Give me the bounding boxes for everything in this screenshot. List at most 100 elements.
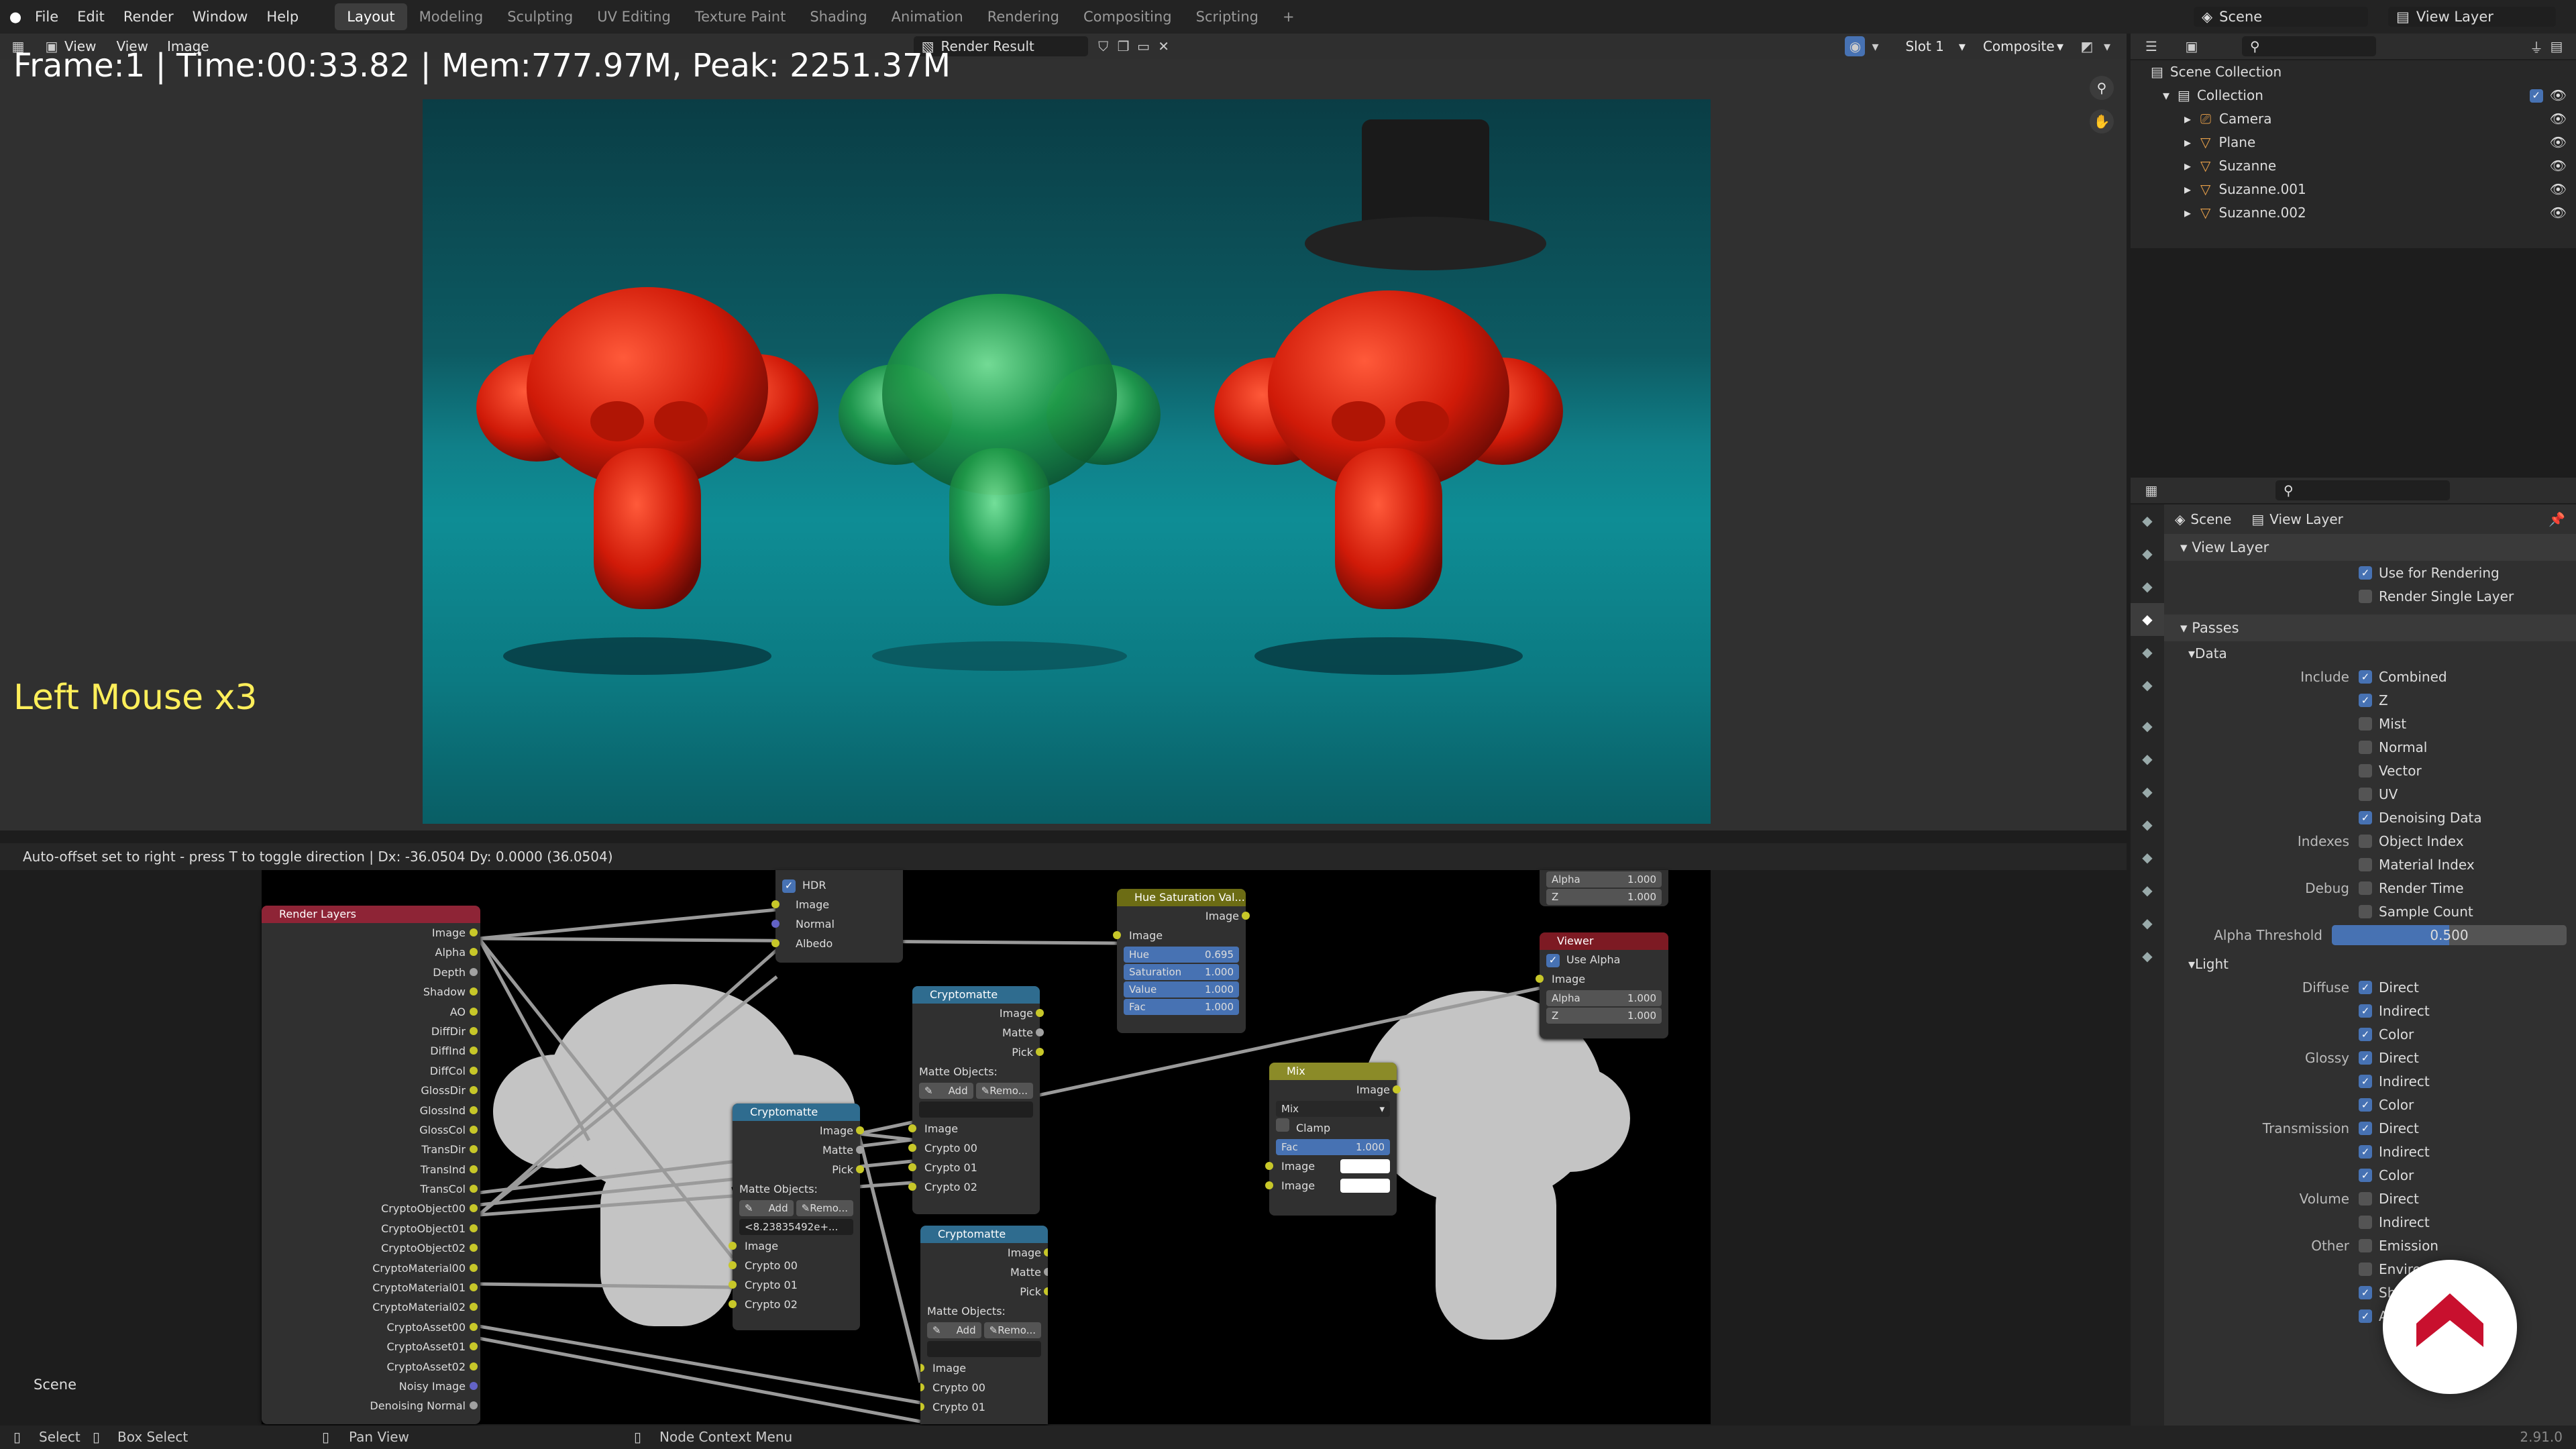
pass-row[interactable]: UV xyxy=(2164,782,2576,806)
filter-icon[interactable]: ⏚ xyxy=(2526,36,2546,56)
panel-view-layer[interactable]: ▾ View Layer xyxy=(2164,534,2576,561)
eye-icon[interactable]: 👁 xyxy=(2550,178,2567,201)
pass-checkbox[interactable]: ✓ xyxy=(2359,693,2372,707)
node-header[interactable]: Hue Saturation Val... xyxy=(1117,889,1246,906)
pass-selector[interactable]: Composite xyxy=(1983,38,2057,54)
pass-row[interactable]: ✓ Indirect xyxy=(2164,999,2576,1022)
output-socket[interactable] xyxy=(470,1125,478,1134)
output-socket[interactable] xyxy=(470,1026,478,1035)
particles-icon[interactable]: ◆ xyxy=(2131,775,2164,808)
value-field[interactable]: Hue 0.695 xyxy=(1124,947,1239,963)
denoise-node[interactable]: ✓ HDR Image Normal Albedo xyxy=(771,870,903,963)
tool-icon[interactable]: ◆ xyxy=(2131,504,2164,537)
pass-checkbox[interactable] xyxy=(2359,1238,2372,1252)
eye-icon[interactable]: 👁 xyxy=(2550,201,2567,225)
hand-icon[interactable]: ✋ xyxy=(2090,109,2114,133)
open-image-icon[interactable]: ▭ xyxy=(1134,36,1154,56)
pass-row[interactable]: ✓ Color xyxy=(2164,1163,2576,1187)
tab-layout[interactable]: Layout xyxy=(335,3,407,30)
pin-icon[interactable]: 📌 xyxy=(2548,511,2565,527)
pass-checkbox[interactable] xyxy=(2359,857,2372,871)
output-socket[interactable] xyxy=(470,1185,478,1193)
pass-checkbox[interactable] xyxy=(2359,716,2372,731)
pass-row[interactable]: Vector xyxy=(2164,759,2576,782)
mix-node[interactable]: Mix Image Mix ▾ Clamp Fac 1.000 Image Imag… xyxy=(1265,1063,1401,1216)
menu-edit[interactable]: Edit xyxy=(68,9,114,25)
outliner-row-camera[interactable]: ▸ ⎚ Camera 👁 xyxy=(2131,107,2576,131)
cryptomatte-node[interactable]: Cryptomatte Image Matte Pick Matte Objec… xyxy=(729,1104,864,1330)
pass-row[interactable]: Material Index xyxy=(2164,853,2576,876)
output-socket[interactable] xyxy=(470,1086,478,1095)
clamp-row[interactable]: Clamp xyxy=(1269,1118,1397,1138)
menu-window[interactable]: Window xyxy=(183,9,258,25)
render-icon[interactable]: ◆ xyxy=(2131,537,2164,570)
clamp-checkbox[interactable] xyxy=(1276,1118,1289,1132)
chevron-right-icon[interactable]: ▸ xyxy=(2184,178,2191,201)
scene-icon[interactable]: ◆ xyxy=(2131,636,2164,669)
pass-row[interactable]: Sample Count xyxy=(2164,900,2576,923)
display-channels-icon[interactable]: ◩ xyxy=(2077,36,2097,56)
physics-icon[interactable]: ◆ xyxy=(2131,808,2164,841)
pass-row[interactable]: Diffuse ✓ Direct xyxy=(2164,975,2576,999)
output-socket[interactable] xyxy=(470,1244,478,1252)
outliner-row-collection[interactable]: ▾ ▤ Collection ✓ 👁 xyxy=(2131,84,2576,107)
pass-row[interactable]: Normal xyxy=(2164,735,2576,759)
output-socket[interactable] xyxy=(470,1322,478,1331)
panel-passes[interactable]: ▾ Passes xyxy=(2164,614,2576,641)
node-header[interactable]: Cryptomatte xyxy=(733,1104,860,1121)
pass-checkbox[interactable]: ✓ xyxy=(2359,1285,2372,1299)
output-socket[interactable] xyxy=(470,1303,478,1311)
color-swatch[interactable] xyxy=(1340,1159,1390,1173)
add-button[interactable]: ✎ Add xyxy=(919,1083,973,1099)
pass-row[interactable]: ✓ Color xyxy=(2164,1093,2576,1116)
pass-row[interactable]: ✓ Denoising Data xyxy=(2164,806,2576,829)
fake-user-icon[interactable]: ⛉ xyxy=(1093,36,1114,56)
output-socket[interactable] xyxy=(470,987,478,996)
remove-button[interactable]: ✎ Remo... xyxy=(796,1200,853,1216)
add-button[interactable]: ✎ Add xyxy=(739,1200,794,1216)
pass-checkbox[interactable] xyxy=(2359,904,2372,918)
properties-search-input[interactable]: ⚲ xyxy=(2275,480,2450,500)
node-header[interactable]: Mix xyxy=(1269,1063,1397,1080)
node-header[interactable]: Render Layers xyxy=(262,906,480,923)
chevron-right-icon[interactable]: ▸ xyxy=(2184,201,2191,225)
constraints-icon[interactable]: ◆ xyxy=(2131,841,2164,874)
output-socket[interactable] xyxy=(470,1224,478,1232)
pass-row[interactable]: Debug Render Time xyxy=(2164,876,2576,900)
outliner-row-suzanne[interactable]: ▸ ▽ Suzanne 👁 xyxy=(2131,154,2576,178)
chevron-down-icon[interactable]: ▾ xyxy=(2097,36,2117,56)
pass-checkbox[interactable]: ✓ xyxy=(2359,1027,2372,1041)
matte-value-field[interactable] xyxy=(919,1102,1033,1118)
value-field[interactable]: Z 1.000 xyxy=(1546,1008,1662,1024)
pass-row[interactable]: Mist xyxy=(2164,712,2576,735)
pass-row[interactable]: Glossy ✓ Direct xyxy=(2164,1046,2576,1069)
tab-sculpting[interactable]: Sculpting xyxy=(495,3,585,30)
output-socket[interactable] xyxy=(470,1381,478,1390)
editor-type-icon[interactable]: ☰ xyxy=(2141,36,2161,56)
pass-checkbox[interactable] xyxy=(2359,740,2372,754)
remove-button[interactable]: ✎ Remo... xyxy=(983,1322,1041,1338)
slot-selector[interactable]: Slot 1 xyxy=(1905,38,1943,54)
data-icon[interactable]: ◆ xyxy=(2131,874,2164,907)
outliner-row-suzanne-002[interactable]: ▸ ▽ Suzanne.002 👁 xyxy=(2131,201,2576,225)
node-header[interactable]: Cryptomatte xyxy=(920,1226,1048,1243)
value-field[interactable]: Saturation 1.000 xyxy=(1124,964,1239,980)
matte-value-field[interactable] xyxy=(927,1341,1041,1357)
use-for-rendering-checkbox[interactable]: ✓ xyxy=(2359,566,2372,580)
modifier-icon[interactable]: ◆ xyxy=(2131,743,2164,775)
value-field[interactable]: Alpha 1.000 xyxy=(1546,871,1662,888)
pass-checkbox[interactable] xyxy=(2359,787,2372,801)
use-alpha-row[interactable]: ✓ Use Alpha xyxy=(1540,950,1668,969)
chevron-right-icon[interactable]: ▸ xyxy=(2184,107,2191,131)
hdr-row[interactable]: ✓ HDR xyxy=(775,875,903,895)
exclude-checkbox[interactable]: ✓ xyxy=(2529,89,2543,103)
render-single-layer-checkbox[interactable] xyxy=(2359,589,2372,603)
subpanel-light[interactable]: ▾ Light xyxy=(2164,952,2576,975)
pass-row[interactable]: Volume Direct xyxy=(2164,1187,2576,1210)
add-button[interactable]: ✎ Add xyxy=(927,1322,981,1338)
outliner-row-scene-collection[interactable]: ▤ Scene Collection xyxy=(2131,60,2576,84)
output-socket[interactable] xyxy=(470,1106,478,1114)
output-socket[interactable] xyxy=(470,1204,478,1213)
pass-checkbox[interactable] xyxy=(2359,1191,2372,1205)
outliner-search-input[interactable]: ⚲ xyxy=(2242,36,2376,56)
